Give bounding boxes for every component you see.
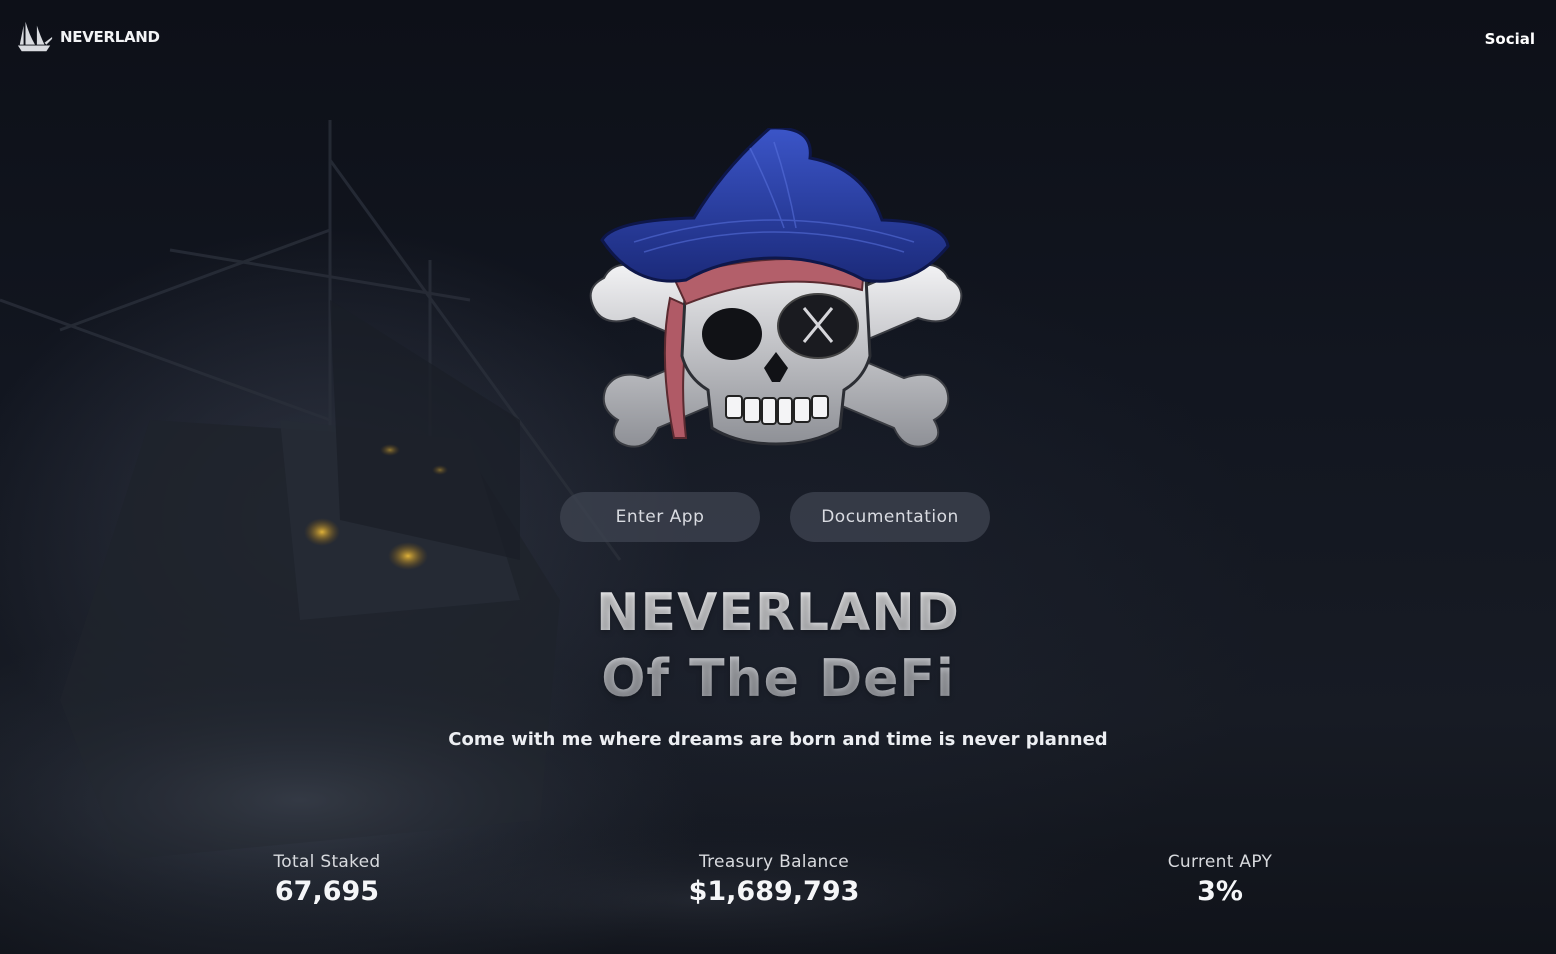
stat-value: 67,695 xyxy=(274,876,380,907)
enter-app-button[interactable]: Enter App xyxy=(560,492,760,542)
stat-label: Treasury Balance xyxy=(698,852,850,872)
stat-total-staked: Total Staked 67,695 xyxy=(177,852,477,907)
hero-actions: Enter App Documentation xyxy=(560,492,990,542)
hero-subtitle: Come with me where dreams are born and t… xyxy=(448,729,1108,750)
stat-value: 3% xyxy=(1197,876,1243,907)
ship-icon xyxy=(17,21,53,52)
hero-title-line-1: NEVERLAND xyxy=(596,583,960,643)
pirate-skull-crossbones-icon xyxy=(589,128,963,448)
landing-page: NEVERLAND Social Enter App Documentation… xyxy=(0,0,1556,954)
stat-value: $1,689,793 xyxy=(688,876,860,907)
stat-current-apy: Current APY 3% xyxy=(1070,852,1370,907)
hero-title-line-2: Of The DeFi xyxy=(601,649,955,709)
brand-logo[interactable]: NEVERLAND xyxy=(16,18,160,56)
top-header: NEVERLAND Social xyxy=(0,0,1556,76)
brand-name: NEVERLAND xyxy=(60,28,160,46)
documentation-button[interactable]: Documentation xyxy=(790,492,990,542)
stat-treasury-balance: Treasury Balance $1,689,793 xyxy=(624,852,924,907)
hero-title: NEVERLAND Of The DeFi xyxy=(0,580,1556,712)
nav-social-link[interactable]: Social xyxy=(1485,30,1535,48)
stat-label: Current APY xyxy=(1167,852,1273,872)
stat-label: Total Staked xyxy=(273,852,381,872)
